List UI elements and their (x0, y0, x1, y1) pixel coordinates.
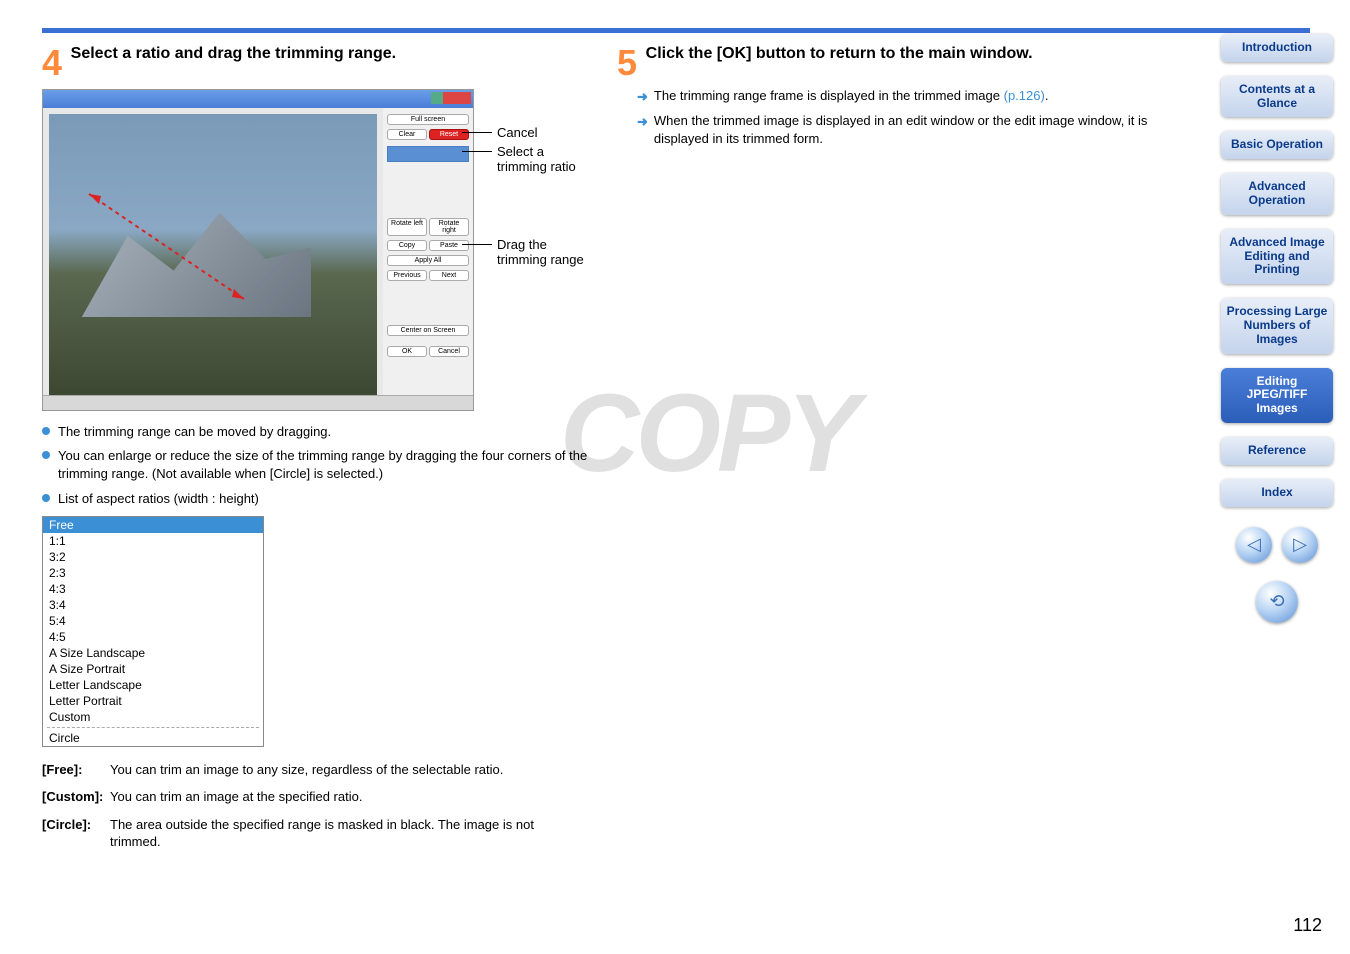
top-accent-bar (42, 28, 1310, 33)
bullet-text: The trimming range can be moved by dragg… (58, 423, 331, 441)
nav-sidebar: Introduction Contents at a Glance Basic … (1222, 34, 1332, 623)
ratio-option[interactable]: A Size Portrait (43, 661, 263, 677)
nav-basic-operation[interactable]: Basic Operation (1221, 131, 1333, 159)
nav-index[interactable]: Index (1221, 479, 1333, 507)
trimming-dialog-screenshot: Full screen ClearReset Rotate leftRotate… (42, 89, 474, 411)
def-custom-label: [Custom]: (42, 788, 110, 806)
clear-button[interactable]: Clear (387, 129, 427, 140)
callout-drag-range: Drag the trimming range (497, 237, 597, 267)
aspect-ratio-list: Free 1:1 3:2 2:3 4:3 3:4 5:4 4:5 A Size … (42, 516, 264, 747)
ratio-option[interactable]: 4:3 (43, 581, 263, 597)
ratio-option[interactable]: 1:1 (43, 533, 263, 549)
arrow-icon: ➜ (637, 88, 648, 106)
def-free-label: [Free]: (42, 761, 110, 779)
step4-number: 4 (42, 45, 62, 81)
step5-number: 5 (617, 45, 637, 81)
ratio-option[interactable]: Custom (43, 709, 263, 725)
nav-advanced-editing[interactable]: Advanced Image Editing and Printing (1221, 229, 1333, 284)
def-custom-body: You can trim an image at the specified r… (110, 788, 580, 806)
ratio-option[interactable]: Circle (43, 730, 263, 746)
nav-processing[interactable]: Processing Large Numbers of Images (1221, 298, 1333, 353)
dialog-status-bar (43, 395, 473, 410)
cancel-button[interactable]: Cancel (429, 346, 469, 357)
nav-advanced-operation[interactable]: Advanced Operation (1221, 173, 1333, 215)
page-link[interactable]: (p.126) (1004, 88, 1045, 103)
ratio-option[interactable]: 2:3 (43, 565, 263, 581)
bullet-icon (42, 451, 50, 459)
callout-select-ratio: Select a trimming ratio (497, 144, 597, 174)
next-page-button[interactable]: ▷ (1282, 527, 1318, 563)
nav-contents[interactable]: Contents at a Glance (1221, 76, 1333, 118)
step4-title: Select a ratio and drag the trimming ran… (71, 45, 396, 62)
ratio-option[interactable]: Letter Landscape (43, 677, 263, 693)
paste-button[interactable]: Paste (429, 240, 469, 251)
callout-cancel: Cancel (497, 125, 537, 140)
previous-button[interactable]: Previous (387, 270, 427, 281)
ratio-option[interactable]: 3:2 (43, 549, 263, 565)
bullet-icon (42, 494, 50, 502)
right-column: 5 Click the [OK] button to return to the… (617, 45, 1172, 861)
rotate-right-button[interactable]: Rotate right (429, 218, 469, 236)
ratio-option[interactable]: 4:5 (43, 629, 263, 645)
left-column: 4 Select a ratio and drag the trimming r… (42, 45, 597, 861)
dialog-image-preview (49, 114, 377, 404)
dialog-titlebar (43, 90, 473, 108)
ratio-option[interactable]: A Size Landscape (43, 645, 263, 661)
nav-introduction[interactable]: Introduction (1221, 34, 1333, 62)
bullet-icon (42, 427, 50, 435)
page-number: 112 (1293, 915, 1322, 936)
step5-title: Click the [OK] button to return to the m… (646, 45, 1033, 62)
return-button[interactable]: ⟲ (1256, 581, 1298, 623)
apply-all-button[interactable]: Apply All (387, 255, 469, 266)
bullet-text: You can enlarge or reduce the size of th… (58, 447, 597, 483)
nav-reference[interactable]: Reference (1221, 437, 1333, 465)
arrow-icon: ➜ (637, 113, 648, 148)
ratio-option[interactable]: Letter Portrait (43, 693, 263, 709)
def-circle-body: The area outside the specified range is … (110, 816, 580, 851)
nav-editing-jpeg-tiff[interactable]: Editing JPEG/TIFF Images (1221, 368, 1333, 423)
copy-button[interactable]: Copy (387, 240, 427, 251)
ratio-option[interactable]: Free (43, 517, 263, 533)
full-screen-button[interactable]: Full screen (387, 114, 469, 125)
def-free-body: You can trim an image to any size, regar… (110, 761, 580, 779)
prev-page-button[interactable]: ◁ (1236, 527, 1272, 563)
bullet-text: The trimming range frame is displayed in… (654, 87, 1049, 106)
bullet-text: List of aspect ratios (width : height) (58, 490, 259, 508)
ratio-option[interactable]: 5:4 (43, 613, 263, 629)
ok-button[interactable]: OK (387, 346, 427, 357)
ratio-option[interactable]: 3:4 (43, 597, 263, 613)
bullet-text: When the trimmed image is displayed in a… (654, 112, 1172, 148)
dialog-side-panel: Full screen ClearReset Rotate leftRotate… (383, 108, 473, 410)
rotate-left-button[interactable]: Rotate left (387, 218, 427, 236)
ratio-select[interactable] (387, 146, 469, 162)
next-button[interactable]: Next (429, 270, 469, 281)
reset-button[interactable]: Reset (429, 129, 469, 140)
center-button[interactable]: Center on Screen (387, 325, 469, 336)
main-content: 4 Select a ratio and drag the trimming r… (42, 45, 1172, 861)
def-circle-label: [Circle]: (42, 816, 110, 834)
